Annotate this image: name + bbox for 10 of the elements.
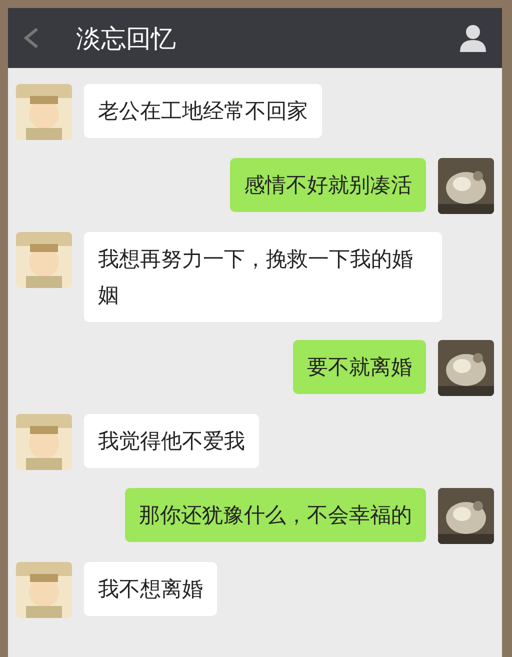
message-bubble: 那你还犹豫什么，不会幸福的 [125,488,426,542]
window-title: 淡忘回忆 [76,22,177,54]
message-bubble: 我觉得他不爱我 [84,414,259,468]
message-bubble: 我想再努力一下，挽救一下我的婚姻 [84,232,442,322]
back-icon[interactable] [22,27,40,49]
message-bubble: 我不想离婚 [84,562,217,616]
person-icon[interactable] [458,23,488,53]
message-bubble: 感情不好就别凑活 [230,158,426,212]
message-bubble: 要不就离婚 [293,340,426,394]
message-bubble: 老公在工地经常不回家 [84,84,322,138]
